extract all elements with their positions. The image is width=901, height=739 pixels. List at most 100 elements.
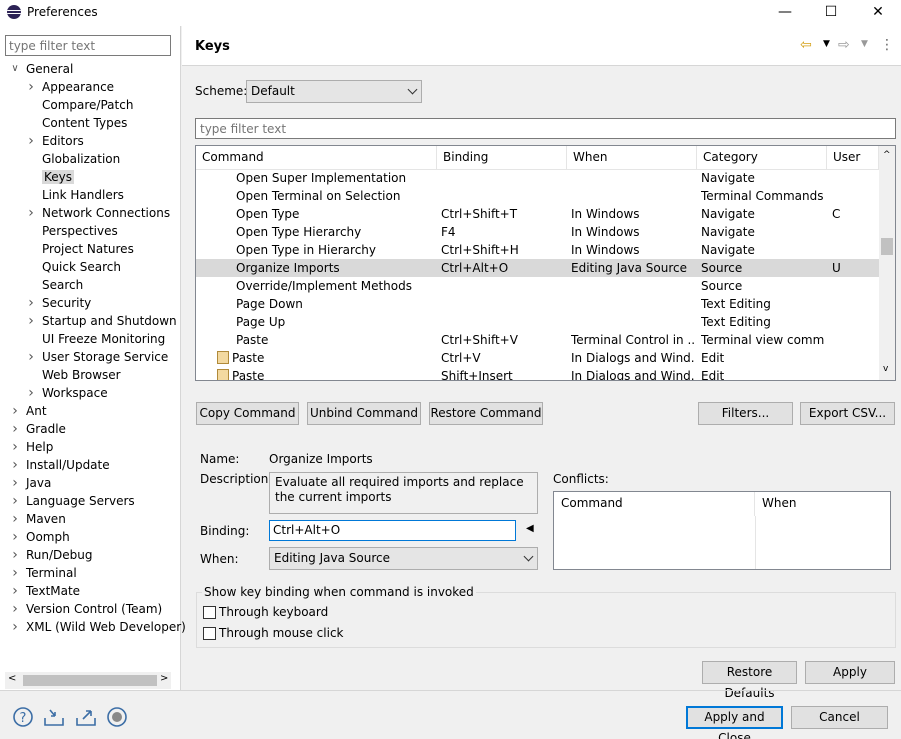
tree-item[interactable]: › Oomph: [10, 528, 70, 546]
back-arrow-icon[interactable]: ⇦: [800, 37, 812, 53]
tree-item[interactable]: › Workspace: [26, 384, 107, 402]
tree-item[interactable]: Compare/Patch: [26, 96, 133, 114]
expand-closed-icon[interactable]: ›: [26, 204, 36, 222]
expand-closed-icon[interactable]: ›: [10, 600, 20, 618]
table-row[interactable]: Open Super Implementation Navigate: [196, 169, 879, 187]
expand-closed-icon[interactable]: ›: [26, 78, 36, 96]
expand-closed-icon[interactable]: ›: [10, 456, 20, 474]
filters-button[interactable]: Filters...: [698, 402, 793, 425]
tree-item[interactable]: › Version Control (Team): [10, 600, 162, 618]
cancel-button[interactable]: Cancel: [791, 706, 888, 729]
column-header-category[interactable]: Category: [697, 146, 827, 170]
expand-closed-icon[interactable]: ›: [10, 438, 20, 456]
through-keyboard-label[interactable]: Through keyboard: [219, 605, 328, 619]
tree-item[interactable]: › Network Connections: [26, 204, 170, 222]
export-csv-button[interactable]: Export CSV...: [800, 402, 895, 425]
expand-closed-icon[interactable]: ›: [26, 312, 36, 330]
table-vertical-scrollbar[interactable]: ^ v: [879, 146, 895, 380]
maximize-button[interactable]: ☐: [808, 0, 854, 26]
tree-item[interactable]: Perspectives: [26, 222, 118, 240]
table-row[interactable]: Page Down Text Editing: [196, 295, 879, 313]
expand-open-icon[interactable]: ∨: [10, 60, 20, 78]
table-row[interactable]: Open Type Hierarchy F4 In Windows Navigate: [196, 223, 879, 241]
import-icon[interactable]: [42, 706, 64, 728]
tree-item[interactable]: › Editors: [26, 132, 84, 150]
tree-item[interactable]: Globalization: [26, 150, 120, 168]
tree-item[interactable]: › Security: [26, 294, 91, 312]
conflicts-header-when[interactable]: When: [755, 492, 890, 516]
scroll-right-icon[interactable]: >: [160, 673, 168, 684]
tree-item[interactable]: Link Handlers: [26, 186, 124, 204]
tree-item[interactable]: › User Storage Service: [26, 348, 168, 366]
tree-item[interactable]: Content Types: [26, 114, 127, 132]
column-header-user[interactable]: User: [827, 146, 879, 170]
tree-item[interactable]: › Install/Update: [10, 456, 109, 474]
tree-item[interactable]: Search: [26, 276, 83, 294]
column-header-binding[interactable]: Binding: [437, 146, 567, 170]
table-row[interactable]: Organize Imports Ctrl+Alt+O Editing Java S…: [196, 259, 879, 277]
expand-closed-icon[interactable]: ›: [10, 510, 20, 528]
table-row[interactable]: Override/Implement Methods Source: [196, 277, 879, 295]
table-row[interactable]: Paste Shift+Insert In Dialogs and Wind... E…: [196, 367, 879, 380]
keys-filter-input[interactable]: [195, 118, 896, 139]
tree-item[interactable]: › TextMate: [10, 582, 80, 600]
tree-item[interactable]: › XML (Wild Web Developer): [10, 618, 186, 636]
tree-item[interactable]: Quick Search: [26, 258, 121, 276]
conflicts-header-command[interactable]: Command: [554, 492, 755, 516]
tree-item[interactable]: › Startup and Shutdown: [26, 312, 176, 330]
scroll-left-icon[interactable]: <: [8, 673, 16, 684]
view-menu-icon[interactable]: ⋮: [880, 37, 894, 53]
expand-closed-icon[interactable]: ›: [26, 384, 36, 402]
expand-closed-icon[interactable]: ›: [10, 492, 20, 510]
minimize-button[interactable]: —: [762, 0, 808, 26]
table-row[interactable]: Open Type in Hierarchy Ctrl+Shift+H In Win…: [196, 241, 879, 259]
expand-closed-icon[interactable]: ›: [26, 348, 36, 366]
tree-filter-input[interactable]: [5, 35, 171, 56]
expand-closed-icon[interactable]: ›: [10, 546, 20, 564]
table-row[interactable]: Open Type Ctrl+Shift+T In Windows Navigate C: [196, 205, 879, 223]
tree-item[interactable]: Web Browser: [26, 366, 121, 384]
binding-menu-icon[interactable]: ◀: [526, 523, 534, 534]
binding-input[interactable]: Ctrl+Alt+O: [269, 520, 516, 541]
restore-defaults-button[interactable]: Restore Defaults: [702, 661, 797, 700]
expand-closed-icon[interactable]: ›: [10, 402, 20, 420]
table-row[interactable]: Paste Ctrl+Shift+V Terminal Control in ...…: [196, 331, 879, 349]
tree-item[interactable]: › Language Servers: [10, 492, 134, 510]
tree-item[interactable]: Keys: [26, 168, 75, 186]
forward-menu-chevron-icon[interactable]: ▼: [861, 39, 868, 49]
expand-closed-icon[interactable]: ›: [10, 528, 20, 546]
table-row[interactable]: Open Terminal on Selection Terminal Comma…: [196, 187, 879, 205]
tree-item[interactable]: UI Freeze Monitoring: [26, 330, 165, 348]
scrollbar-thumb[interactable]: [881, 238, 893, 255]
help-icon[interactable]: ?: [12, 706, 34, 728]
expand-closed-icon[interactable]: ›: [10, 564, 20, 582]
tree-item[interactable]: Project Natures: [26, 240, 134, 258]
expand-closed-icon[interactable]: ›: [10, 582, 20, 600]
tree-item[interactable]: ∨ General: [10, 60, 73, 78]
close-button[interactable]: ✕: [855, 0, 901, 26]
expand-closed-icon[interactable]: ›: [26, 294, 36, 312]
tree-item[interactable]: › Maven: [10, 510, 66, 528]
copy-command-button[interactable]: Copy Command: [196, 402, 299, 425]
expand-closed-icon[interactable]: ›: [10, 420, 20, 438]
through-keyboard-checkbox[interactable]: [203, 606, 216, 619]
table-row[interactable]: Page Up Text Editing: [196, 313, 879, 331]
apply-and-close-button[interactable]: Apply and Close: [686, 706, 783, 739]
through-mouse-label[interactable]: Through mouse click: [219, 626, 344, 640]
table-row[interactable]: Paste Ctrl+V In Dialogs and Wind... Edit: [196, 349, 879, 367]
forward-arrow-icon[interactable]: ⇨: [838, 37, 850, 53]
when-select[interactable]: Editing Java Source: [269, 547, 538, 570]
tree-horizontal-scrollbar[interactable]: < >: [5, 672, 171, 689]
expand-closed-icon[interactable]: ›: [10, 618, 20, 636]
scheme-select[interactable]: Default: [246, 80, 422, 103]
tree-item[interactable]: › Terminal: [10, 564, 77, 582]
scroll-up-icon[interactable]: ^: [883, 150, 891, 160]
restore-command-button[interactable]: Restore Command: [429, 402, 543, 425]
scroll-down-icon[interactable]: v: [883, 364, 888, 374]
expand-closed-icon[interactable]: ›: [26, 132, 36, 150]
back-menu-chevron-icon[interactable]: ▼: [823, 39, 830, 49]
tree-item[interactable]: › Java: [10, 474, 51, 492]
tree-item[interactable]: › Run/Debug: [10, 546, 92, 564]
record-icon[interactable]: [106, 706, 128, 728]
expand-closed-icon[interactable]: ›: [10, 474, 20, 492]
